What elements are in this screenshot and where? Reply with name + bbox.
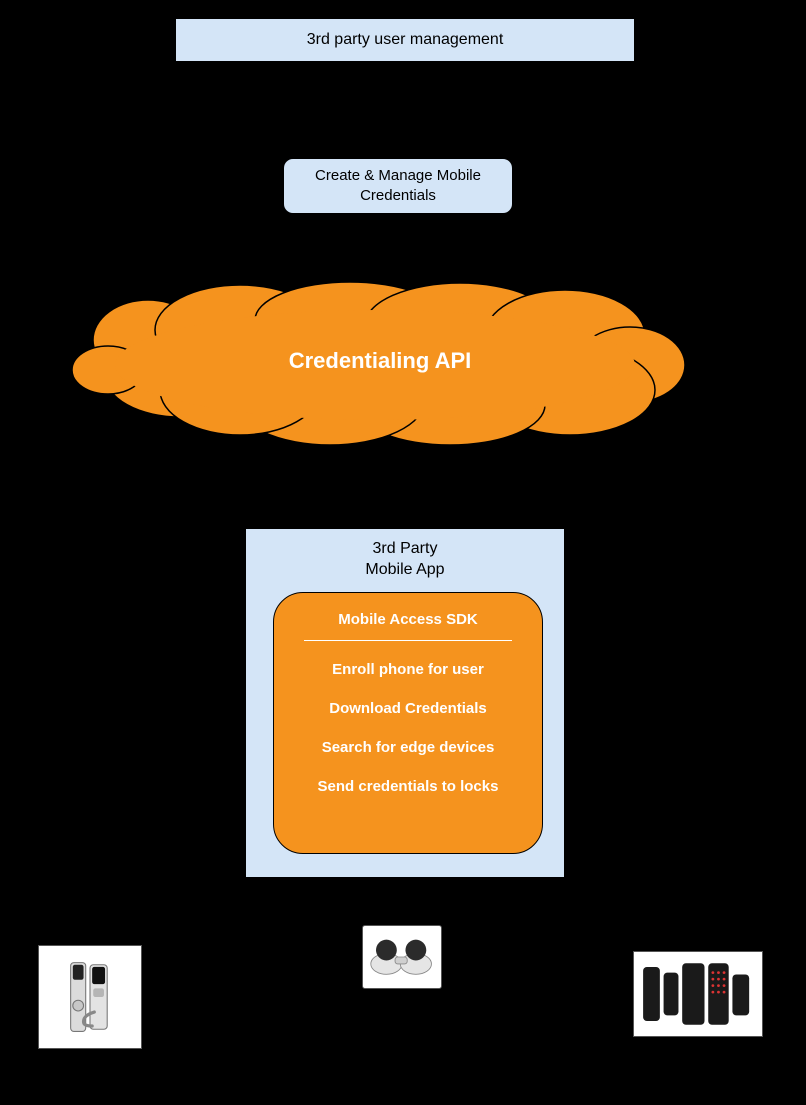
user-mgmt-label: 3rd party user management — [307, 31, 504, 49]
edge-device-icon — [367, 931, 437, 983]
sdk-item-1: Download Credentials — [329, 700, 487, 717]
sdk-title: Mobile Access SDK — [338, 611, 478, 628]
sdk-item-0: Enroll phone for user — [332, 661, 484, 678]
device-readers-image — [633, 951, 763, 1037]
sdk-item-3: Send credentials to locks — [318, 778, 499, 795]
device-edge-image — [362, 925, 442, 989]
device-lock-image — [38, 945, 142, 1049]
readers-icon — [636, 954, 760, 1034]
sdk-divider — [304, 640, 512, 641]
mobile-app-title: 3rd PartyMobile App — [365, 529, 444, 587]
user-mgmt-box: 3rd party user management — [175, 18, 635, 62]
cloud-label: Credentialing API — [70, 348, 690, 374]
sdk-box: Mobile Access SDK Enroll phone for user … — [273, 592, 543, 854]
create-credentials-box: Create & Manage MobileCredentials — [283, 158, 513, 214]
create-credentials-label: Create & Manage MobileCredentials — [315, 166, 481, 207]
lock-icon — [47, 954, 133, 1040]
sdk-item-2: Search for edge devices — [322, 739, 495, 756]
